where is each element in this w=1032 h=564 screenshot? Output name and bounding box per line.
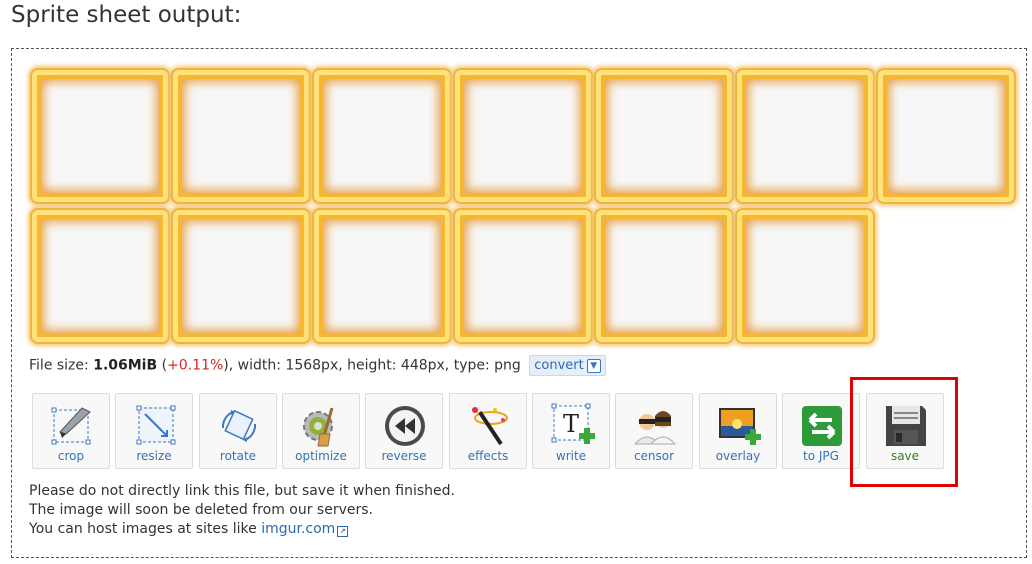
page-title: Sprite sheet output: [11, 2, 242, 28]
sprite-frame [314, 210, 450, 342]
optimize-icon [298, 402, 346, 450]
rotate-icon [215, 402, 263, 450]
sprite-frame [314, 70, 450, 202]
file-size-value: 1.06MiB [93, 357, 158, 374]
sprite-frame [737, 70, 873, 202]
sprite-frame [596, 70, 732, 202]
sprite-frame [173, 210, 309, 342]
chevron-down-icon: ▼ [586, 359, 601, 373]
effects-label: effects [467, 449, 509, 463]
write-label: write [555, 449, 587, 463]
file-size-label: File size: [29, 357, 89, 374]
sprite-sheet-image [30, 68, 1014, 344]
file-info: File size: 1.06MiB (+0.11%), width: 1568… [29, 355, 606, 376]
censor-button[interactable]: censor [615, 393, 693, 469]
sprite-frame [878, 70, 1014, 202]
censor-label: censor [633, 449, 675, 463]
effects-button[interactable]: effects [449, 393, 527, 469]
overlay-button[interactable]: overlay [699, 393, 777, 469]
overlay-icon [715, 402, 763, 450]
convert-button[interactable]: convert ▼ [529, 355, 606, 376]
size-change: +0.11% [167, 357, 224, 374]
image-dimensions: , width: 1568px, height: 448px, type: pn… [228, 357, 521, 374]
resize-icon [131, 402, 179, 450]
rotate-label: rotate [219, 449, 257, 463]
output-panel: File size: 1.06MiB (+0.11%), width: 1568… [11, 48, 1027, 558]
sprite-frame [596, 210, 732, 342]
note-line-3: You can host images at sites like imgur.… [29, 520, 455, 539]
optimize-label: optimize [295, 449, 347, 463]
notes: Please do not directly link this file, b… [29, 482, 455, 539]
sprite-frame [32, 70, 168, 202]
write-icon: T [548, 402, 596, 450]
imgur-link[interactable]: imgur.com [261, 521, 335, 537]
rotate-button[interactable]: rotate [199, 393, 277, 469]
reverse-label: reverse [381, 449, 427, 463]
crop-button[interactable]: crop [32, 393, 110, 469]
sprite-frame [737, 210, 873, 342]
external-link-icon: ↗ [337, 526, 349, 537]
sprite-frame [455, 70, 591, 202]
resize-label: resize [136, 449, 172, 463]
to-jpg-label: to JPG [803, 449, 839, 463]
censor-icon [631, 402, 679, 450]
note-line-1: Please do not directly link this file, b… [29, 483, 455, 499]
sprite-frame [455, 210, 591, 342]
resize-button[interactable]: resize [115, 393, 193, 469]
effects-icon [465, 402, 513, 450]
optimize-button[interactable]: optimize [282, 393, 360, 469]
note-line-2: The image will soon be deleted from our … [29, 502, 373, 518]
write-button[interactable]: Twrite [532, 393, 610, 469]
save-highlight-box [850, 377, 958, 487]
note-line-3-prefix: You can host images at sites like [29, 521, 262, 537]
reverse-button[interactable]: reverse [365, 393, 443, 469]
crop-label: crop [57, 449, 85, 463]
svg-text:T: T [563, 410, 579, 438]
sprite-frame [32, 210, 168, 342]
crop-icon [48, 402, 96, 450]
reverse-icon [381, 402, 429, 450]
sprite-frame [173, 70, 309, 202]
to-jpg-icon [798, 402, 846, 450]
convert-label: convert [534, 358, 584, 373]
to-jpg-button[interactable]: to JPG [782, 393, 860, 469]
overlay-label: overlay [715, 449, 761, 463]
